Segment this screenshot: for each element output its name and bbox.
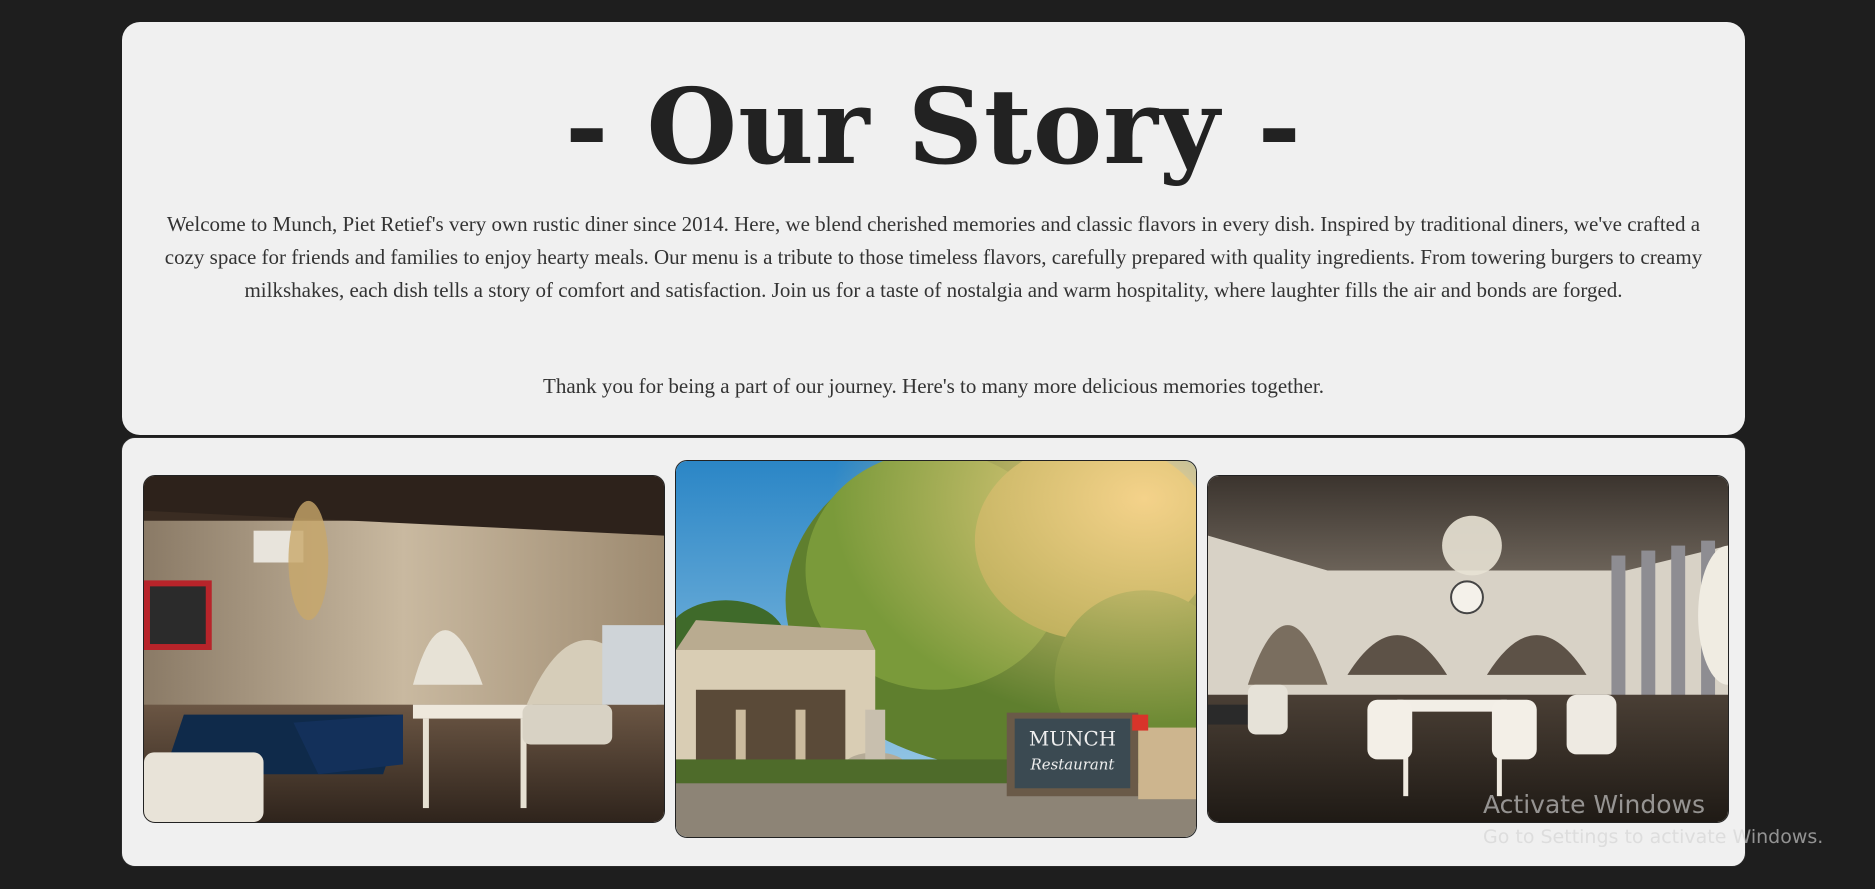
story-paragraph: Welcome to Munch, Piet Retief's very own… bbox=[164, 212, 1703, 302]
windows-activation-watermark: Activate Windows Go to Settings to activ… bbox=[1483, 790, 1823, 850]
page-title: - Our Story - bbox=[565, 65, 1302, 188]
watermark-subtitle: Go to Settings to activate Windows. bbox=[1483, 826, 1824, 848]
watermark-title: Activate Windows bbox=[1483, 790, 1705, 819]
gallery-photo-exterior[interactable]: MUNCH Restaurant bbox=[675, 460, 1197, 838]
our-story-section: - Our Story - Welcome to Munch, Piet Ret… bbox=[122, 22, 1745, 435]
exterior-photo-image: MUNCH Restaurant bbox=[676, 461, 1196, 837]
sign-line-1: MUNCH bbox=[1029, 728, 1116, 751]
interior-photo-image bbox=[144, 476, 664, 822]
interior-photo-image-2 bbox=[1208, 476, 1728, 822]
sign-line-2: Restaurant bbox=[1030, 755, 1116, 773]
story-thanks-text: Thank you for being a part of our journe… bbox=[543, 374, 1324, 398]
gallery-photo-interior-right[interactable] bbox=[1207, 475, 1729, 823]
gallery-photo-interior-left[interactable] bbox=[143, 475, 665, 823]
